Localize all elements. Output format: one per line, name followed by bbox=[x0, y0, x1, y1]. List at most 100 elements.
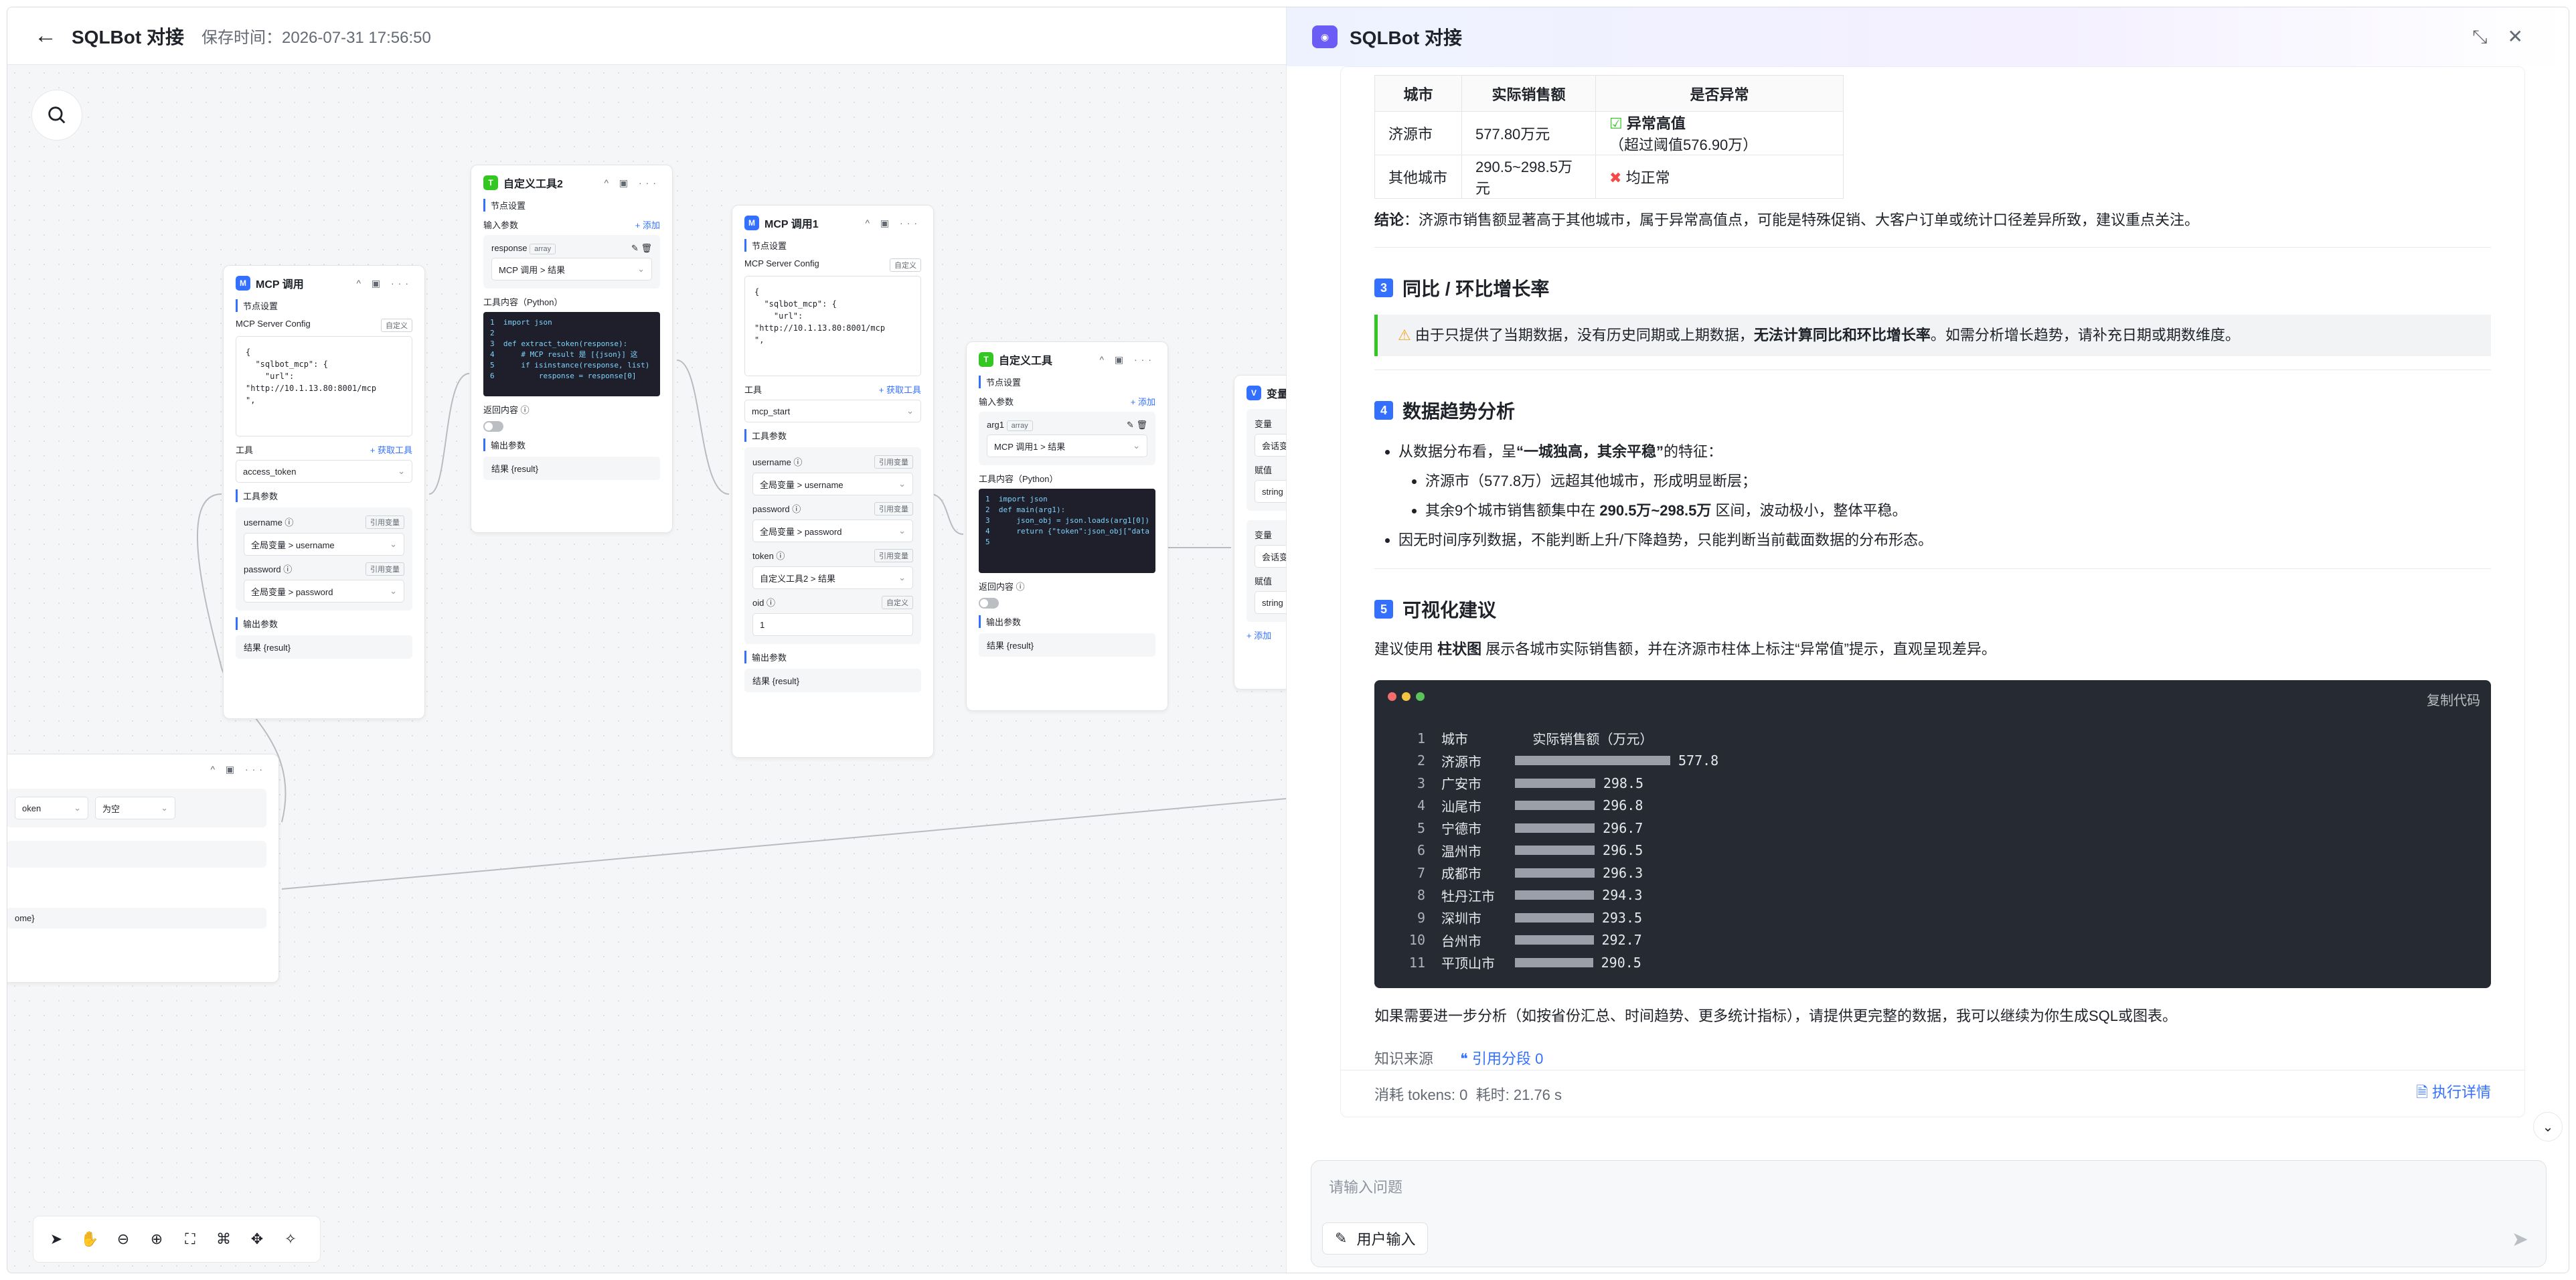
chat-input[interactable]: 请输入问题 bbox=[1329, 1176, 1402, 1197]
param-select[interactable]: MCP 调用1 > 结果 ⌄ bbox=[987, 434, 1147, 457]
answer-message: 城市 实际销售额 是否异常 济源市 577.80万元 ☑ 异常高值 （超过阈值57… bbox=[1340, 66, 2525, 1117]
close-icon[interactable]: ✕ bbox=[2508, 26, 2543, 47]
param-value: 全局变量 > username bbox=[251, 540, 335, 550]
field-label: MCP Server Config bbox=[744, 258, 819, 268]
condition-box: oken ⌄ 为空 ⌄ bbox=[7, 789, 266, 827]
bar-value: 296.5 bbox=[1603, 842, 1643, 859]
param-select[interactable]: 全局变量 > password ⌄ bbox=[752, 519, 913, 542]
add-param-button[interactable]: + 添加 bbox=[1131, 395, 1155, 408]
bar bbox=[1515, 801, 1595, 811]
execution-detail-link[interactable]: 🗎 执行详情 bbox=[2416, 1081, 2491, 1107]
condition-field[interactable]: oken ⌄ bbox=[15, 797, 88, 819]
node-menu-icon[interactable]: ^ ▣ ··· bbox=[604, 177, 660, 189]
field-label: 返回内容 ⓘ bbox=[979, 582, 1025, 592]
collapse-icon[interactable]: ⤡ bbox=[2472, 26, 2507, 47]
node-variable-assign[interactable]: V 变量赋 变量 会话变 赋值 string 变量 会话变 赋值 string +… bbox=[1234, 375, 1286, 690]
tool-icon: T bbox=[483, 175, 498, 190]
chat-input-box[interactable]: 请输入问题 ✎ 用户输入 ➤ bbox=[1311, 1160, 2547, 1267]
ref-select[interactable]: 自定义 bbox=[882, 596, 913, 609]
ref-select[interactable]: 引用变量 bbox=[874, 549, 913, 562]
get-tools-button[interactable]: + 获取工具 bbox=[879, 383, 921, 396]
hand-icon[interactable]: ✋ bbox=[80, 1230, 99, 1248]
node-menu-icon[interactable]: ^ ▣ ··· bbox=[865, 218, 921, 229]
variable-select[interactable]: 会话变 bbox=[1255, 434, 1286, 457]
bot-logo-icon: ◉ bbox=[1312, 25, 1338, 48]
line-number: 4 bbox=[1417, 797, 1425, 814]
bar-label: 深圳市 bbox=[1441, 910, 1481, 927]
move-icon[interactable]: ✥ bbox=[248, 1230, 266, 1248]
config-editor[interactable]: { "sqlbot_mcp": { "url": "http://10.1.13… bbox=[236, 336, 412, 436]
python-code-editor[interactable]: 1 import json 2 def main(arg1): 3 json_o… bbox=[979, 489, 1155, 573]
user-input-button[interactable]: ✎ 用户输入 bbox=[1322, 1222, 1429, 1255]
ref-select[interactable]: 引用变量 bbox=[366, 562, 404, 576]
search-icon bbox=[48, 106, 66, 124]
param-input[interactable]: 1 bbox=[752, 613, 913, 636]
param-select[interactable]: MCP 调用 > 结果 ⌄ bbox=[491, 258, 652, 281]
variable-select[interactable]: 会话变 bbox=[1255, 545, 1286, 568]
tool-select[interactable]: mcp_start ⌄ bbox=[744, 400, 921, 422]
node-mcp-call[interactable]: M MCP 调用 ^ ▣ ··· 节点设置 MCP Server Config 自定义… bbox=[223, 265, 425, 719]
back-arrow-icon[interactable]: ← bbox=[34, 23, 57, 49]
tool-value: access_token bbox=[243, 466, 297, 477]
zoom-in-icon[interactable]: ⊕ bbox=[147, 1230, 166, 1248]
return-toggle[interactable] bbox=[483, 421, 503, 432]
tool-select[interactable]: access_token ⌄ bbox=[236, 460, 412, 483]
scroll-down-button[interactable]: ⌄ bbox=[2533, 1112, 2563, 1141]
ref-select[interactable]: 引用变量 bbox=[874, 455, 913, 469]
check-icon: ☑ bbox=[1609, 115, 1623, 132]
line-number: 5 bbox=[1417, 819, 1425, 836]
value-select[interactable]: string bbox=[1255, 480, 1286, 503]
config-editor[interactable]: { "sqlbot_mcp": { "url": "http://10.1.13… bbox=[744, 276, 921, 376]
reference-link[interactable]: ❝ 引用分段 0 bbox=[1460, 1047, 1543, 1068]
magic-icon[interactable]: ✧ bbox=[281, 1230, 300, 1248]
node-custom-tool[interactable]: T 自定义工具 ^ ▣ ··· 节点设置 输入参数 + 添加 arg1 array ✎ … bbox=[966, 341, 1168, 711]
ref-select[interactable]: 引用变量 bbox=[874, 502, 913, 515]
bar-label: 牡丹江市 bbox=[1441, 888, 1495, 904]
node-mcp-call-1[interactable]: M MCP 调用1 ^ ▣ ··· 节点设置 MCP Server Config 自定… bbox=[732, 205, 934, 758]
mode-select[interactable]: 自定义 bbox=[890, 258, 921, 272]
send-icon[interactable]: ➤ bbox=[2512, 1228, 2528, 1251]
param-select[interactable]: 全局变量 > username ⌄ bbox=[244, 533, 404, 556]
param-select[interactable]: 全局变量 > username ⌄ bbox=[752, 473, 913, 495]
condition-operator[interactable]: 为空 ⌄ bbox=[95, 797, 175, 819]
add-variable-button[interactable]: + 添加 bbox=[1246, 629, 1271, 641]
normal-label: 均正常 bbox=[1625, 169, 1670, 186]
mode-select[interactable]: 自定义 bbox=[381, 319, 412, 332]
node-menu-icon[interactable]: ^ ▣ ··· bbox=[1099, 354, 1155, 366]
add-param-button[interactable]: + 添加 bbox=[635, 218, 660, 231]
copy-code-button[interactable]: 复制代码 bbox=[2427, 690, 2480, 709]
node-menu-icon[interactable]: ^ ▣ ··· bbox=[210, 764, 266, 775]
source-label: 知识来源 bbox=[1374, 1050, 1434, 1067]
get-tools-button[interactable]: + 获取工具 bbox=[370, 443, 412, 456]
line-number: 9 bbox=[1417, 909, 1425, 926]
warning-bold: 无法计算同比和环比增长率 bbox=[1753, 327, 1931, 343]
param-select[interactable]: 全局变量 > password ⌄ bbox=[244, 580, 404, 603]
python-code-editor[interactable]: 1 import json 2 3 def extract_token(resp… bbox=[483, 312, 660, 396]
field-label: 输入参数 bbox=[483, 220, 519, 230]
edit-delete-icon[interactable]: ✎ 🗑 bbox=[1127, 420, 1147, 430]
warning-text: 由于只提供了当期数据，没有历史同期或上期数据， bbox=[1415, 327, 1754, 343]
list-bold: 290.5万~298.5万 bbox=[1599, 502, 1712, 519]
fit-icon[interactable]: ⛶ bbox=[181, 1230, 199, 1248]
value-select[interactable]: string bbox=[1255, 591, 1286, 614]
field-label: 赋值 bbox=[1255, 465, 1273, 475]
return-toggle[interactable] bbox=[979, 598, 999, 609]
workflow-canvas[interactable]: M MCP 调用 ^ ▣ ··· 节点设置 MCP Server Config 自定义… bbox=[7, 66, 1286, 1273]
param-label: username ⓘ bbox=[752, 457, 803, 467]
node-menu-icon[interactable]: ^ ▣ ··· bbox=[356, 278, 412, 289]
params-box: arg1 array ✎ 🗑 MCP 调用1 > 结果 ⌄ bbox=[979, 412, 1155, 465]
layout-icon[interactable]: ⌘ bbox=[214, 1230, 233, 1248]
ref-select[interactable]: 引用变量 bbox=[366, 515, 404, 529]
param-value: 自定义工具2 > 结果 bbox=[760, 573, 836, 584]
canvas-toolbar: ➤ ✋ ⊖ ⊕ ⛶ ⌘ ✥ ✧ bbox=[33, 1216, 321, 1263]
zoom-out-icon[interactable]: ⊖ bbox=[114, 1230, 133, 1248]
navigate-icon[interactable]: ➤ bbox=[47, 1230, 66, 1248]
canvas-search-button[interactable] bbox=[31, 90, 82, 141]
trend-list: 从数据分布看，呈“一城独高，其余平稳”的特征： 济源市（577.8万）远超其他城… bbox=[1374, 437, 2491, 555]
node-custom-tool-2[interactable]: T 自定义工具2 ^ ▣ ··· 节点设置 输入参数 + 添加 response ar… bbox=[471, 165, 673, 533]
list-item: 从数据分布看，呈“一城独高，其余平稳”的特征： 济源市（577.8万）远超其他城… bbox=[1398, 437, 2491, 526]
edit-delete-icon[interactable]: ✎ 🗑 bbox=[631, 243, 652, 254]
param-select[interactable]: 自定义工具2 > 结果 ⌄ bbox=[752, 566, 913, 589]
node-partial-left[interactable]: ^ ▣ ··· oken ⌄ 为空 ⌄ ome} bbox=[7, 754, 279, 983]
node-title: 自定义工具 bbox=[999, 355, 1053, 367]
